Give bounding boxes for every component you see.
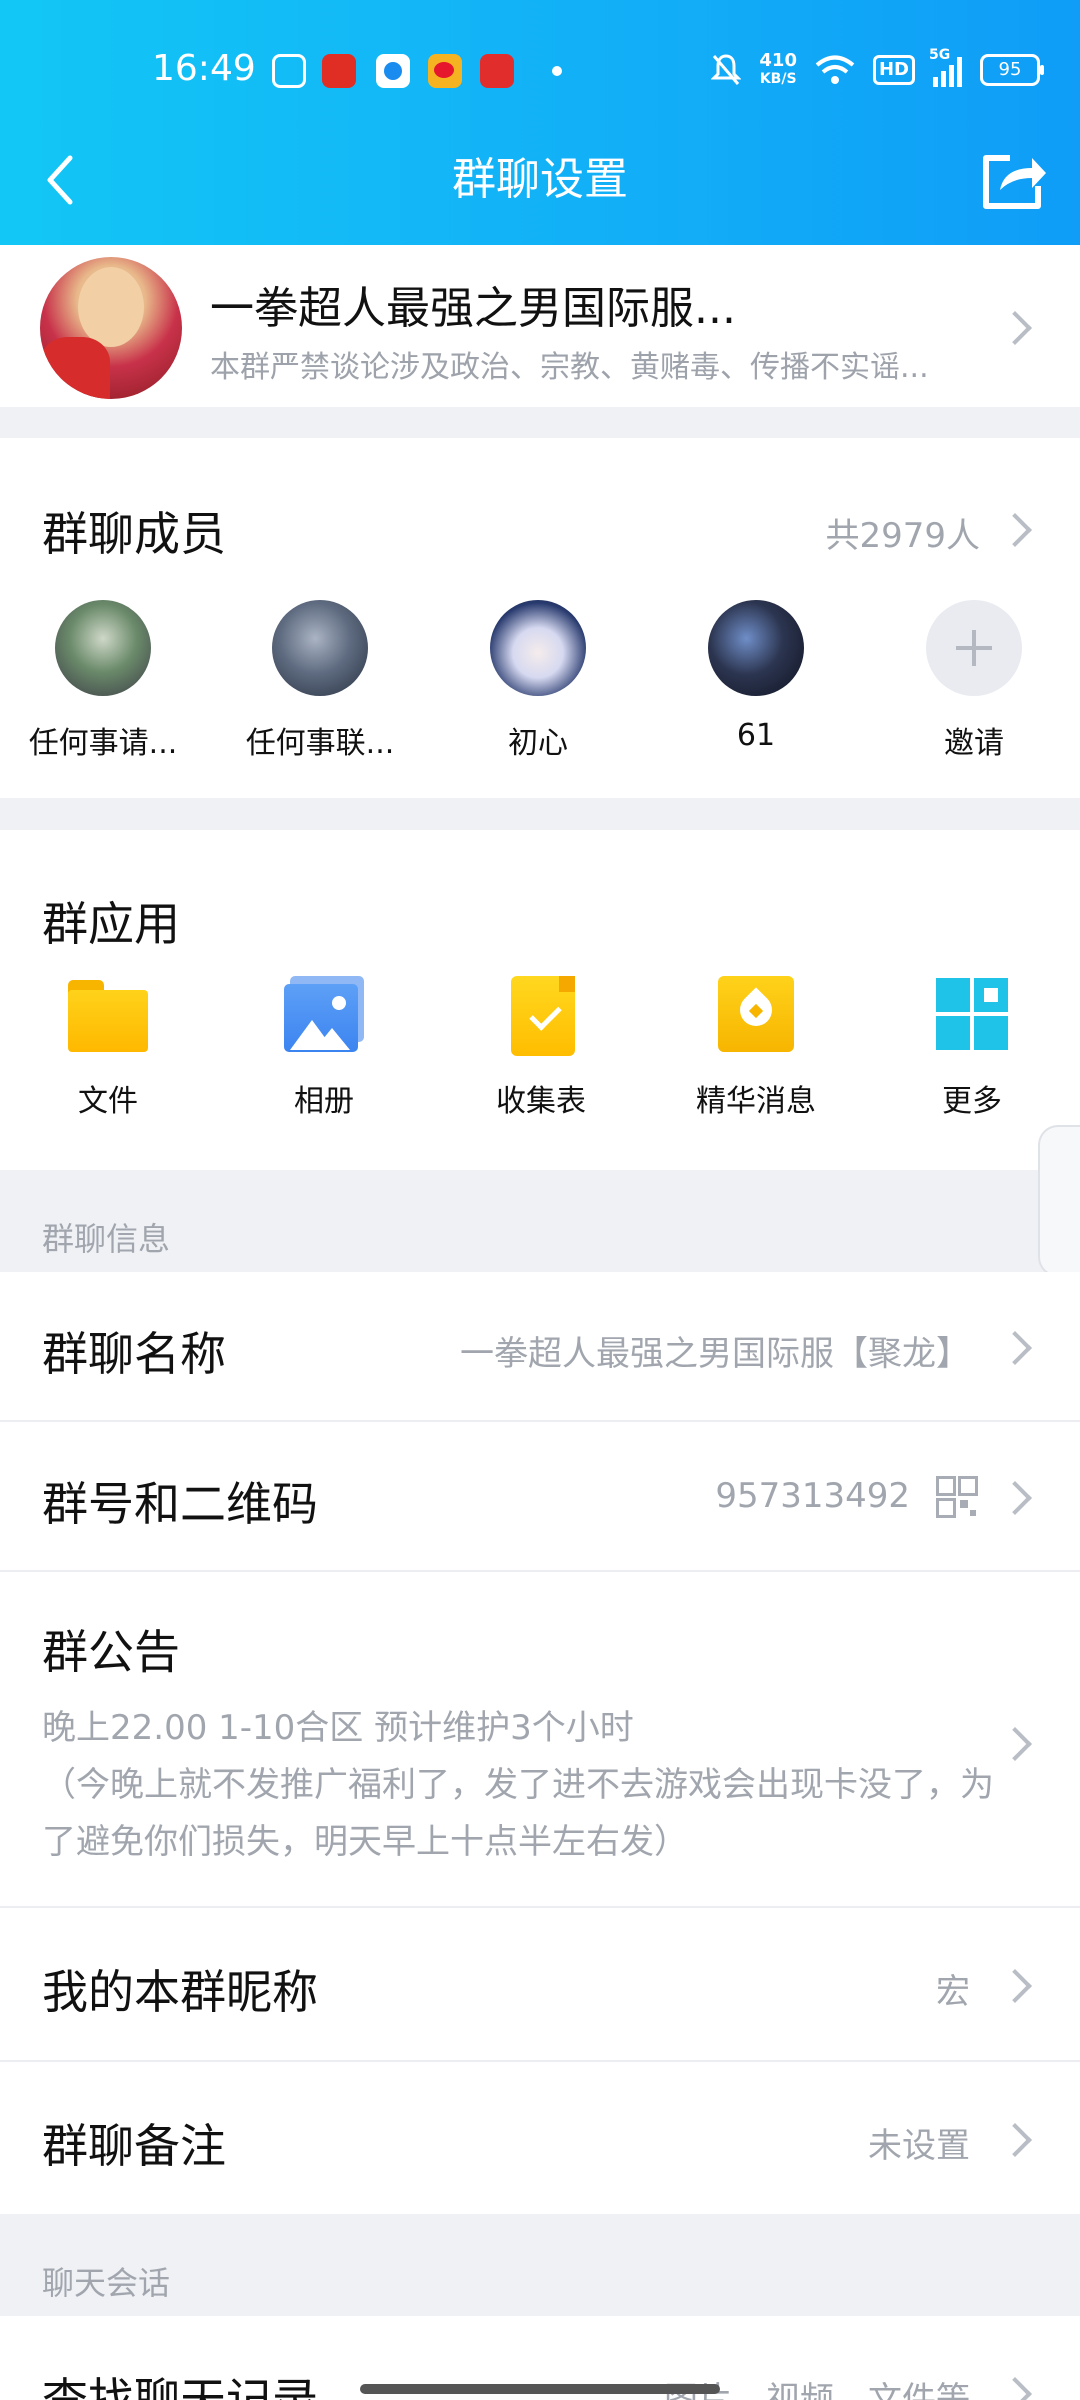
member-avatar <box>55 600 151 696</box>
browser-icon <box>376 54 410 88</box>
add-icon <box>926 600 1022 696</box>
weibo-icon <box>428 54 462 88</box>
app-more[interactable]: 更多 <box>882 976 1062 1120</box>
app-label: 更多 <box>942 1084 1002 1119</box>
app-album[interactable]: 相册 <box>234 976 414 1120</box>
nickname-label: 我的本群昵称 <box>42 1965 318 2019</box>
floating-side-tab[interactable] <box>1038 1125 1080 1277</box>
grid-icon <box>932 976 1012 1052</box>
group-id-label: 群号和二维码 <box>42 1477 318 1531</box>
search-history-label: 查找聊天记录 <box>42 2373 318 2400</box>
info-caption: 群聊信息 <box>42 1220 171 1258</box>
apps-title: 群应用 <box>42 897 180 951</box>
chat-caption: 聊天会话 <box>42 2264 171 2302</box>
member-avatar <box>272 600 368 696</box>
status-right: 410 KB/S HD 5G 95 <box>711 47 1044 90</box>
net-speed-unit: KB/S <box>759 71 797 87</box>
remark-label: 群聊备注 <box>42 2119 226 2173</box>
chevron-right-icon <box>998 2377 1032 2400</box>
group-name: 一拳超人最强之男国际服... <box>210 283 736 334</box>
pinduoduo-icon <box>322 54 356 88</box>
page-title: 群聊设置 <box>452 154 628 205</box>
member-avatar <box>490 600 586 696</box>
member-avatar <box>708 600 804 696</box>
remark-value: 未设置 <box>868 2126 970 2166</box>
mute-icon <box>711 54 742 85</box>
members-count[interactable]: 共2979人 <box>825 508 980 557</box>
hd-icon: HD <box>872 55 915 85</box>
notice-line: 晚上22.00 1-10合区 预计维护3个小时 <box>42 1708 634 1748</box>
member-item[interactable]: 61 <box>666 600 846 753</box>
member-item[interactable]: 任何事请... <box>13 600 193 762</box>
header: 16:49 410 KB/S HD 5G 95 群聊设置 <box>0 0 1080 245</box>
app-label: 相册 <box>294 1084 354 1119</box>
battery-icon: 95 <box>980 54 1044 86</box>
member-name: 任何事请... <box>28 726 178 761</box>
app-form[interactable]: 收集表 <box>451 976 631 1120</box>
members-title: 群聊成员 <box>42 507 226 561</box>
share-icon[interactable] <box>980 148 1050 212</box>
member-item[interactable]: 任何事联... <box>230 600 410 762</box>
app-file[interactable]: 文件 <box>18 976 198 1120</box>
nickname-value: 宏 <box>936 1972 970 2012</box>
notice-content: 晚上22.00 1-10合区 预计维护3个小时 （今晚上就不发推广福利了，发了进… <box>42 1700 1002 1871</box>
notice-label: 群公告 <box>42 1625 180 1679</box>
net-speed-value: 410 <box>759 50 797 71</box>
status-time: 16:49 <box>152 48 256 89</box>
wifi-icon <box>815 55 855 84</box>
qrcode-icon <box>936 1476 978 1518</box>
tv-app-icon <box>272 54 306 88</box>
app-label: 精华消息 <box>696 1084 816 1119</box>
essence-icon <box>716 976 796 1052</box>
invite-label: 邀请 <box>944 726 1004 761</box>
home-indicator[interactable] <box>360 2384 720 2394</box>
dot-icon <box>552 66 562 76</box>
invite-button[interactable]: 邀请 <box>884 600 1064 762</box>
member-name: 任何事联... <box>245 726 395 761</box>
member-name: 61 <box>736 718 776 753</box>
group-description: 本群严禁谈论涉及政治、宗教、黄赌毒、传播不实谣... <box>210 350 929 385</box>
app-label: 收集表 <box>496 1084 586 1119</box>
group-id-value: 957313492 <box>715 1476 910 1516</box>
network-type: 5G <box>929 47 951 63</box>
notice-line: （今晚上就不发推广福利了，发了进不去游戏会出现卡没了，为了避免你们损失，明天早上… <box>42 1765 994 1862</box>
group-name-value: 一拳超人最强之男国际服【聚龙】 <box>460 1334 970 1374</box>
app-label: 文件 <box>78 1084 138 1119</box>
group-name-label: 群聊名称 <box>42 1327 226 1381</box>
toutiao-icon <box>480 54 514 88</box>
status-bar: 16:49 410 KB/S HD 5G 95 <box>0 0 1080 140</box>
member-item[interactable]: 初心 <box>448 600 628 762</box>
album-icon <box>284 976 364 1052</box>
net-speed: 410 KB/S <box>759 52 797 88</box>
member-name: 初心 <box>508 726 568 761</box>
group-avatar <box>40 257 182 399</box>
signal-icon: 5G <box>929 47 962 87</box>
form-icon <box>501 976 581 1056</box>
battery-level: 95 <box>998 59 1022 80</box>
folder-icon <box>68 976 148 1052</box>
app-essence[interactable]: 精华消息 <box>666 976 846 1120</box>
